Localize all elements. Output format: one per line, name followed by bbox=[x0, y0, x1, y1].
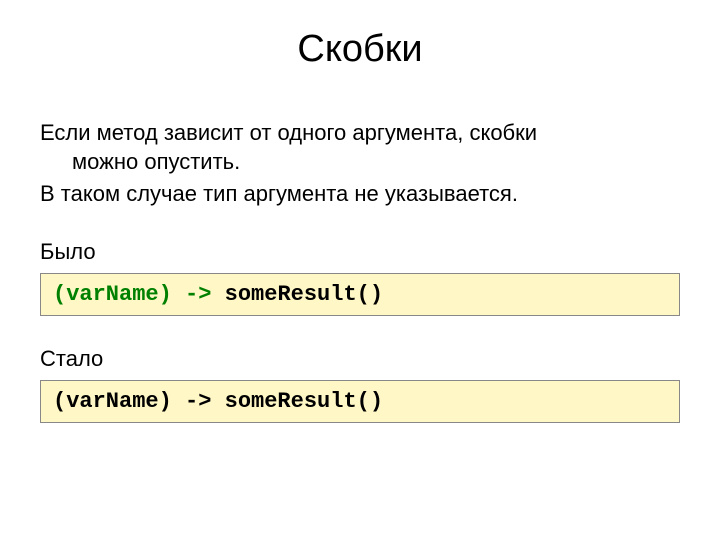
code-block-before: (varName) -> someResult() bbox=[40, 273, 680, 316]
paragraph-1-line-2: можно опустить. bbox=[72, 149, 240, 174]
paragraph-2: В таком случае тип аргумента не указывае… bbox=[40, 180, 680, 209]
code-after-full: (varName) -> someResult() bbox=[53, 389, 383, 414]
code-arrow: -> bbox=[185, 282, 211, 307]
slide-title: Скобки bbox=[40, 28, 680, 71]
label-after: Стало bbox=[40, 346, 680, 372]
code-close-paren: ) bbox=[159, 282, 172, 307]
label-before: Было bbox=[40, 239, 680, 265]
paragraph-1: Если метод зависит от одного аргумента, … bbox=[40, 119, 680, 176]
code-space-1 bbox=[172, 282, 185, 307]
code-open-paren: ( bbox=[53, 282, 66, 307]
code-call: someResult() bbox=[225, 282, 383, 307]
code-block-after: (varName) -> someResult() bbox=[40, 380, 680, 423]
paragraph-1-line-1: Если метод зависит от одного аргумента, … bbox=[40, 120, 537, 145]
code-varname: varName bbox=[66, 282, 158, 307]
code-space-2 bbox=[211, 282, 224, 307]
slide-container: Скобки Если метод зависит от одного аргу… bbox=[0, 0, 720, 540]
